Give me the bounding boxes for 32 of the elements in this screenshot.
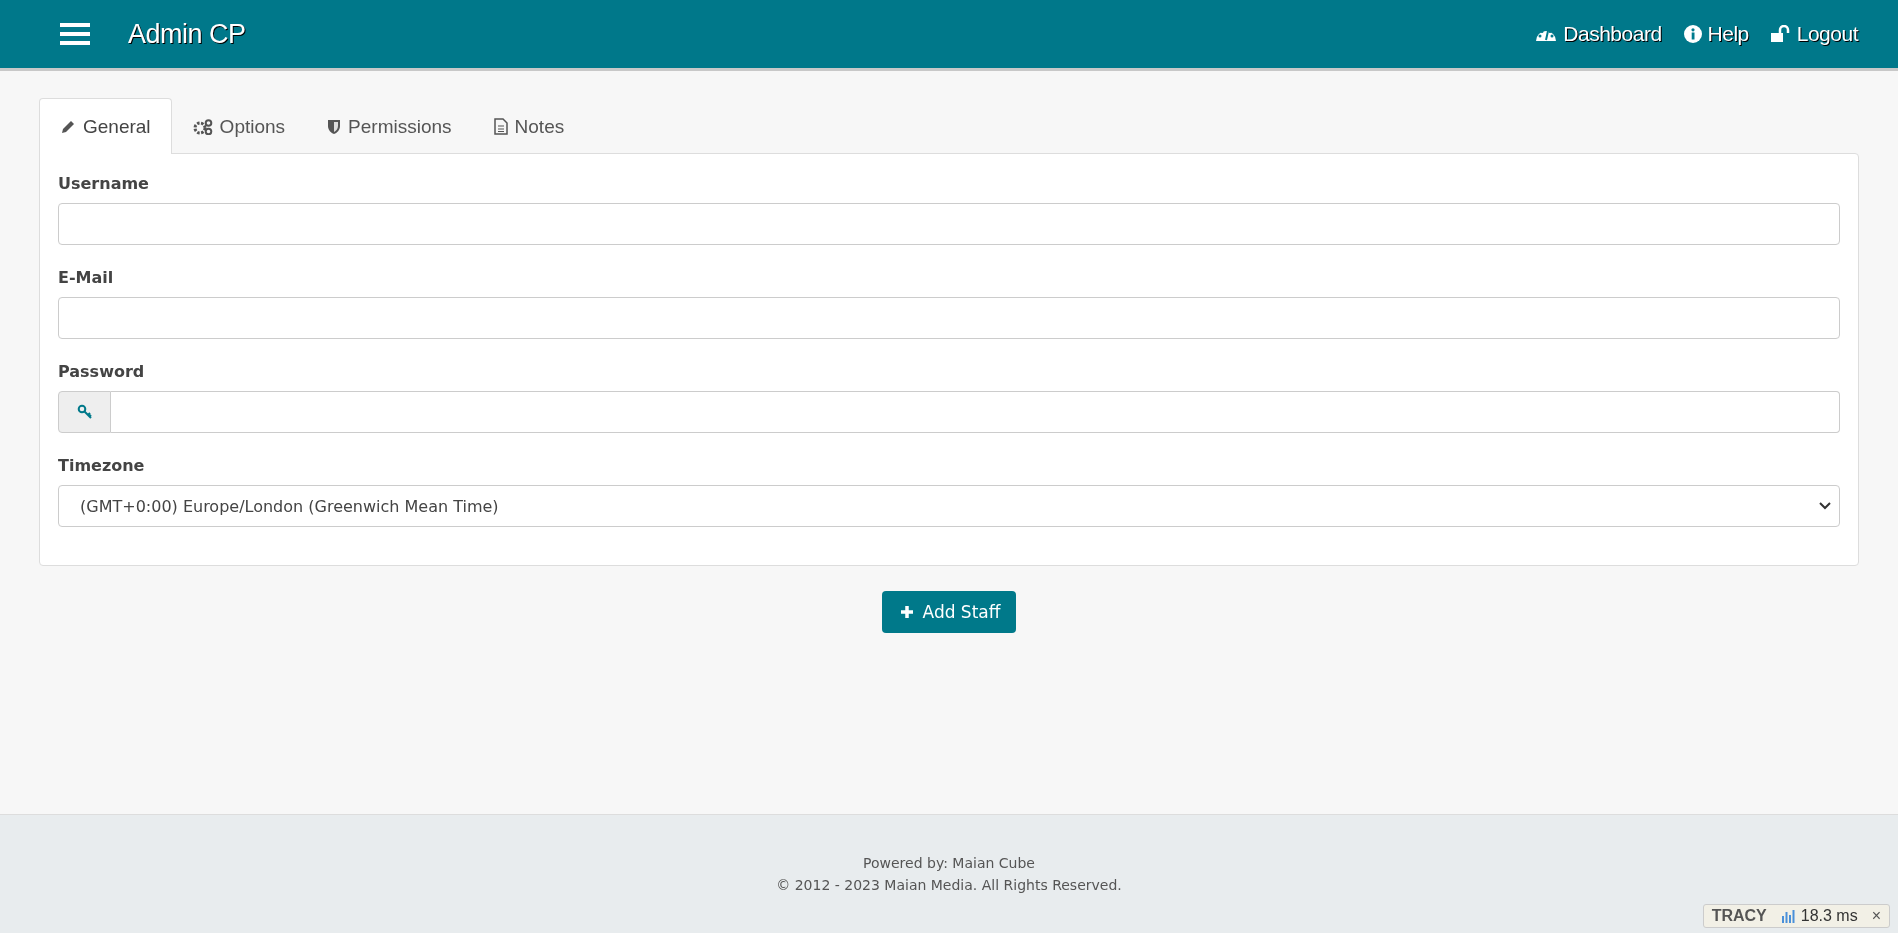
timing-text: 18.3 ms bbox=[1800, 907, 1858, 925]
nav-link[interactable]: Dashboard bbox=[1535, 22, 1662, 46]
padlock-icon bbox=[1770, 25, 1791, 43]
gears-icon bbox=[192, 118, 213, 135]
nav-link[interactable]: Logout bbox=[1770, 22, 1858, 46]
field-label: E-Mail bbox=[58, 268, 115, 287]
tab[interactable]: Notes bbox=[472, 98, 586, 154]
close-button[interactable]: × bbox=[1871, 907, 1881, 925]
tab[interactable]: Options bbox=[171, 98, 307, 154]
tab[interactable]: General bbox=[39, 98, 172, 154]
info-icon bbox=[1683, 25, 1702, 43]
timezone-select[interactable]: (GMT+0:00) Europe/London (Greenwich Mean Time) bbox=[58, 485, 1840, 527]
nav-link[interactable]: Help bbox=[1683, 22, 1749, 46]
document-icon bbox=[493, 118, 508, 135]
bar-chart-icon bbox=[1780, 909, 1795, 923]
plus-icon bbox=[899, 605, 914, 619]
chevron-icon bbox=[1819, 502, 1831, 510]
key-icon bbox=[58, 391, 111, 433]
input-field[interactable] bbox=[58, 297, 1840, 339]
input-field[interactable] bbox=[58, 203, 1840, 245]
app-title: Admin CP bbox=[128, 18, 246, 50]
copyright-text: © 2012 - 2023 Maian Media. All Rights Reserved. bbox=[776, 877, 1122, 893]
menu-icon[interactable] bbox=[60, 22, 90, 46]
field-label: Password bbox=[58, 362, 146, 381]
pencil-icon bbox=[60, 118, 76, 135]
password-field[interactable] bbox=[111, 391, 1840, 433]
powered-by-text: Powered by: Maian Cube bbox=[863, 855, 1035, 871]
debug-bar-label[interactable]: TRACY bbox=[1711, 907, 1767, 925]
field-label: Username bbox=[58, 174, 150, 193]
field-label: Timezone bbox=[58, 456, 146, 475]
shield-icon bbox=[327, 118, 342, 135]
add-staff-button[interactable]: Add Staff bbox=[881, 591, 1017, 633]
